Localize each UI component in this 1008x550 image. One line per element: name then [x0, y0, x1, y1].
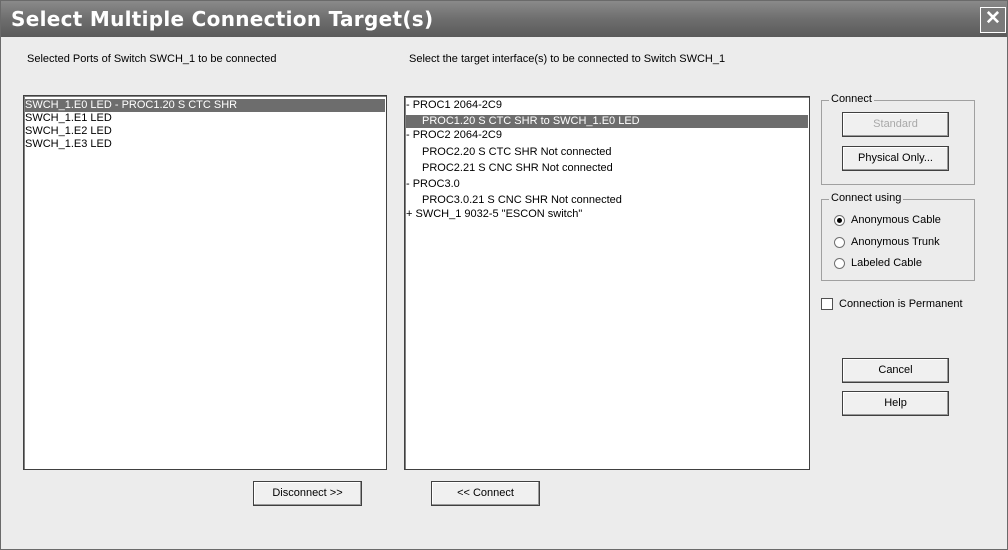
physical-only-button[interactable]: Physical Only...: [842, 146, 949, 171]
connect-using-title: Connect using: [829, 192, 904, 204]
list-item[interactable]: SWCH_1.E1 LED: [25, 112, 112, 125]
radio-label: Anonymous Trunk: [851, 236, 940, 248]
tree-node[interactable]: PROC2.20 S CTC SHR Not connected: [406, 146, 612, 159]
connect-button[interactable]: << Connect: [431, 481, 540, 506]
tree-node[interactable]: + SWCH_1 9032-5 "ESCON switch": [406, 208, 582, 221]
selected-ports-list[interactable]: SWCH_1.E0 LED - PROC1.20 S CTC SHR SWCH_…: [23, 95, 387, 470]
permanent-checkbox[interactable]: [821, 298, 833, 310]
permanent-checkbox-label: Connection is Permanent: [839, 298, 963, 310]
tree-node[interactable]: PROC3.0.21 S CNC SHR Not connected: [406, 194, 622, 207]
connect-group-title: Connect: [829, 93, 874, 105]
tree-node[interactable]: - PROC3.0: [406, 178, 460, 191]
title-bar[interactable]: Select Multiple Connection Target(s) ✕: [1, 1, 1007, 37]
tree-node[interactable]: - PROC2 2064-2C9: [406, 129, 502, 142]
dialog-title: Select Multiple Connection Target(s): [11, 7, 434, 31]
list-item[interactable]: SWCH_1.E3 LED: [25, 138, 112, 151]
selected-ports-label: Selected Ports of Switch SWCH_1 to be co…: [27, 53, 277, 65]
radio-label: Anonymous Cable: [851, 214, 941, 226]
list-item[interactable]: SWCH_1.E2 LED: [25, 125, 112, 138]
target-interfaces-tree[interactable]: - PROC1 2064-2C9 PROC1.20 S CTC SHR to S…: [404, 96, 810, 470]
cancel-button[interactable]: Cancel: [842, 358, 949, 383]
radio-unselected-icon[interactable]: [834, 258, 845, 269]
tree-node[interactable]: - PROC1 2064-2C9: [406, 99, 502, 112]
tree-node[interactable]: PROC1.20 S CTC SHR to SWCH_1.E0 LED: [406, 115, 808, 128]
radio-label: Labeled Cable: [851, 257, 922, 269]
close-icon[interactable]: ✕: [980, 7, 1006, 33]
dialog-window: Select Multiple Connection Target(s) ✕ S…: [0, 0, 1008, 550]
target-interfaces-label: Select the target interface(s) to be con…: [409, 53, 726, 65]
radio-unselected-icon[interactable]: [834, 237, 845, 248]
disconnect-button[interactable]: Disconnect >>: [253, 481, 362, 506]
radio-selected-icon[interactable]: [834, 215, 845, 226]
standard-button[interactable]: Standard: [842, 112, 949, 137]
list-item[interactable]: SWCH_1.E0 LED - PROC1.20 S CTC SHR: [25, 99, 385, 112]
help-button[interactable]: Help: [842, 391, 949, 416]
tree-node[interactable]: PROC2.21 S CNC SHR Not connected: [406, 162, 613, 175]
